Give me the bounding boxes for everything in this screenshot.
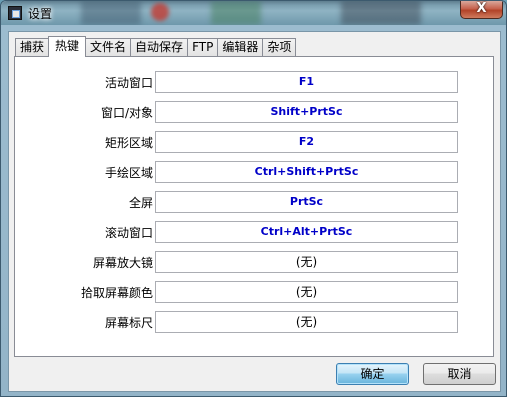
hotkey-field-fullscreen[interactable]: PrtSc [155,191,458,213]
hotkey-field-magnifier[interactable]: (无) [155,251,458,273]
close-icon: X [476,1,487,16]
tab-editor[interactable]: 编辑器 [217,38,264,56]
hotkey-row-color-picker: 拾取屏幕颜色： (无) [15,281,495,303]
window-title: 设置 [28,7,53,21]
hotkey-row-fullscreen: 全屏： PrtSc [15,191,495,213]
tab-autosave[interactable]: 自动保存 [130,38,189,56]
hotkeys-panel: 活动窗口： F1 窗口/对象： Shift+PrtSc 矩形区域： F2 手绘区… [14,56,494,357]
cancel-button[interactable]: 取消 [423,363,496,385]
hotkey-field-active-window[interactable]: F1 [155,71,458,93]
hotkey-row-scrolling-window: 滚动窗口： Ctrl+Alt+PrtSc [15,221,495,243]
hotkey-row-magnifier: 屏幕放大镜： (无) [15,251,495,273]
hotkey-row-ruler: 屏幕标尺： (无) [15,311,495,333]
app-icon [8,6,22,20]
tab-misc[interactable]: 杂项 [262,38,297,56]
tab-strip: 捕获 热键 文件名 自动保存 FTP 编辑器 杂项 [15,36,297,57]
hotkey-row-active-window: 活动窗口： F1 [15,71,495,93]
hotkey-label: 拾取屏幕颜色： [80,286,165,300]
tab-hotkeys[interactable]: 热键 [48,36,87,57]
title-bar[interactable]: 设置 X [1,1,506,25]
tab-capture[interactable]: 捕获 [15,38,50,56]
hotkey-field-freehand[interactable]: Ctrl+Shift+PrtSc [155,161,458,183]
hotkey-field-scrolling-window[interactable]: Ctrl+Alt+PrtSc [155,221,458,243]
dialog-body: 捕获 热键 文件名 自动保存 FTP 编辑器 杂项 活动窗口： F1 窗口/对象… [8,31,501,392]
hotkey-field-rectangle[interactable]: F2 [155,131,458,153]
tab-filename[interactable]: 文件名 [85,38,132,56]
hotkey-field-ruler[interactable]: (无) [155,311,458,333]
hotkey-field-color-picker[interactable]: (无) [155,281,458,303]
hotkey-field-window-object[interactable]: Shift+PrtSc [155,101,458,123]
ok-button[interactable]: 确定 [336,363,409,385]
hotkey-row-freehand: 手绘区域： Ctrl+Shift+PrtSc [15,161,495,183]
tab-ftp[interactable]: FTP [187,38,219,56]
close-button[interactable]: X [460,1,503,19]
settings-dialog: 设置 X 捕获 热键 文件名 自动保存 FTP 编辑器 杂项 活动窗口： F1 … [0,0,507,397]
hotkey-row-rectangle: 矩形区域： F2 [15,131,495,153]
hotkey-row-window-object: 窗口/对象： Shift+PrtSc [15,101,495,123]
